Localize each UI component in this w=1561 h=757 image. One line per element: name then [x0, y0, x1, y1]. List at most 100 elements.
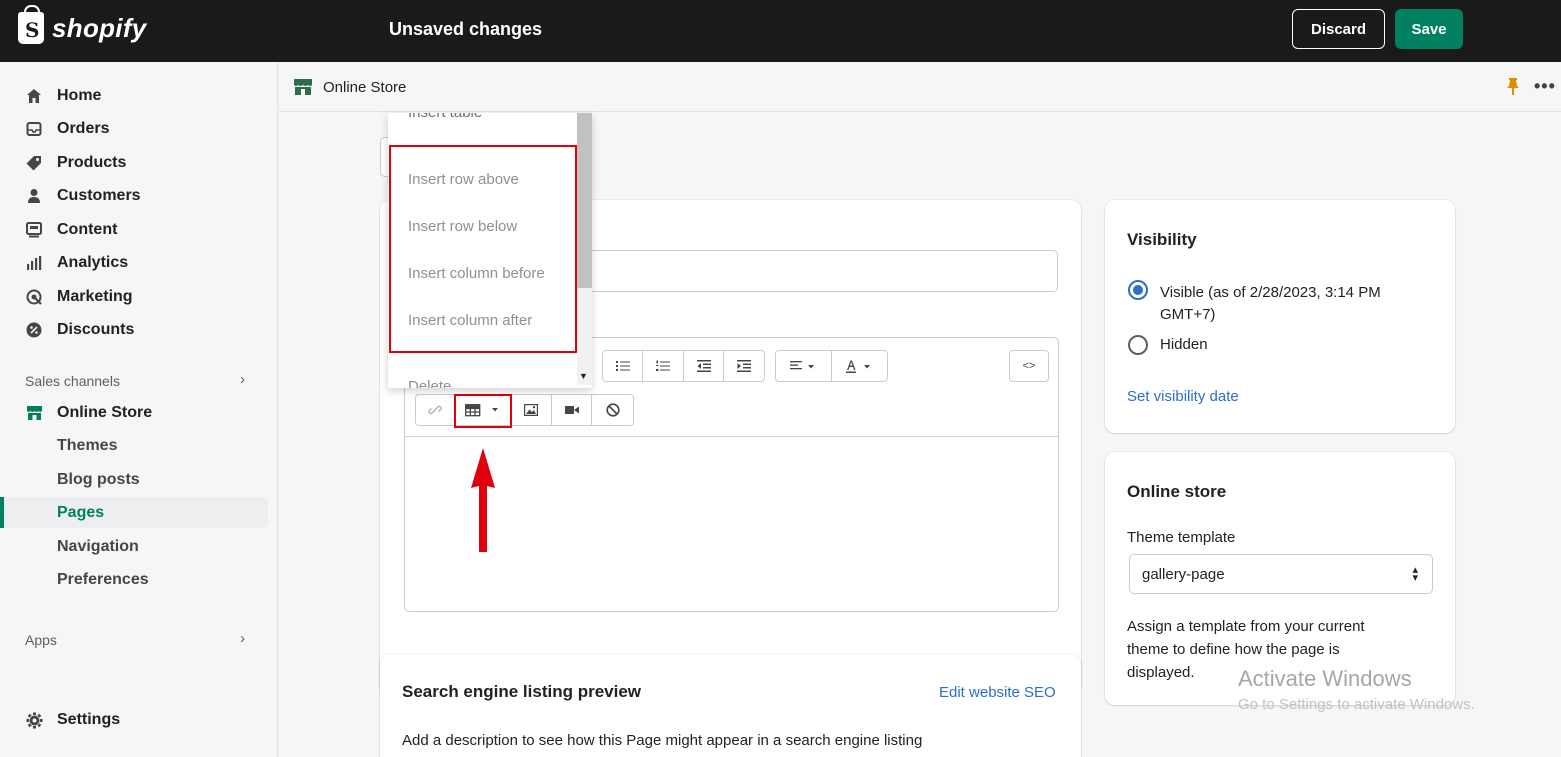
dropdown-scrollbar[interactable] — [577, 113, 592, 385]
sidebar-item-discounts[interactable]: Discounts — [25, 316, 134, 344]
sidebar-item-label: Marketing — [57, 288, 133, 305]
hidden-radio-label[interactable]: Hidden — [1160, 336, 1208, 353]
shopify-logo[interactable]: S shopify — [18, 5, 147, 44]
sidebar-item-home[interactable]: Home — [25, 82, 101, 110]
edit-website-seo-link[interactable]: Edit website SEO — [939, 684, 1056, 701]
delete-menu-item[interactable]: Delete — [408, 378, 451, 388]
select-arrows-icon: ▴ ▾ — [1412, 564, 1418, 584]
align-dropdown[interactable] — [776, 351, 832, 381]
annotation-arrow-icon — [471, 448, 495, 552]
table-button-highlight — [454, 394, 512, 428]
save-button[interactable]: Save — [1395, 9, 1463, 49]
orders-icon — [25, 120, 43, 138]
sidebar-subitem-blog-posts[interactable]: Blog posts — [57, 471, 140, 489]
indent-icon[interactable] — [724, 351, 764, 381]
set-visibility-date-link[interactable]: Set visibility date — [1127, 388, 1239, 405]
home-icon — [25, 87, 43, 105]
unsaved-changes-label: Unsaved changes — [389, 19, 543, 39]
html-toggle-group: <> — [1009, 350, 1049, 382]
chevron-right-icon[interactable]: › — [240, 371, 245, 388]
sidebar-item-products[interactable]: Products — [25, 149, 126, 177]
sidebar-item-label: Customers — [57, 187, 141, 204]
sidebar-item-label: Content — [57, 221, 118, 238]
hidden-radio[interactable] — [1128, 335, 1148, 355]
sidebar-item-label: Online Store — [57, 404, 153, 421]
sidebar-item-customers[interactable]: Customers — [25, 182, 141, 210]
seo-card: Search engine listing preview Edit websi… — [380, 654, 1081, 757]
sidebar-item-orders[interactable]: Orders — [25, 115, 109, 143]
clear-formatting-icon[interactable] — [592, 395, 633, 425]
code-view-button[interactable]: <> — [1010, 351, 1048, 381]
dropdown-scrollbar-thumb[interactable] — [577, 113, 592, 288]
text-color-icon — [846, 360, 871, 373]
insert-toolbar-group — [415, 394, 634, 426]
sidebar-item-content[interactable]: Content — [25, 216, 117, 244]
sidebar-subitem-pages[interactable]: Pages — [57, 504, 104, 522]
help-line: Assign a template from your current — [1127, 618, 1365, 635]
tag-icon — [25, 154, 43, 172]
link-icon[interactable] — [416, 395, 456, 425]
seo-title: Search engine listing preview — [402, 682, 642, 701]
marketing-icon — [25, 288, 43, 306]
align-left-icon — [790, 361, 815, 370]
insert-table-menu-item[interactable]: Insert table — [408, 113, 482, 121]
sidebar-subitem-preferences[interactable]: Preferences — [57, 571, 149, 589]
sidebar-item-analytics[interactable]: Analytics — [25, 249, 128, 277]
more-options-icon[interactable]: ••• — [1534, 76, 1556, 97]
chevron-right-icon[interactable]: › — [240, 630, 245, 647]
active-item-background — [0, 497, 268, 528]
top-bar: S shopify Unsaved changes Discard Save — [0, 0, 1561, 62]
activate-windows-watermark: Activate Windows — [1238, 666, 1412, 691]
visible-label-line: GMT+7) — [1160, 306, 1216, 323]
visible-radio-label[interactable]: Visible (as of 2/28/2023, 3:14 PM GMT+7) — [1160, 282, 1381, 326]
outdent-icon[interactable] — [684, 351, 724, 381]
video-icon[interactable] — [552, 395, 593, 425]
sidebar: Home Orders Products Customers Content A… — [0, 62, 278, 757]
bulleted-list-icon[interactable] — [603, 351, 643, 381]
person-icon — [25, 187, 43, 205]
sidebar-item-label: Analytics — [57, 254, 129, 271]
sidebar-subitem-themes[interactable]: Themes — [57, 437, 117, 455]
image-icon[interactable] — [511, 395, 552, 425]
scroll-down-arrow-icon[interactable]: ▼ — [579, 371, 588, 381]
visible-radio[interactable] — [1128, 280, 1148, 300]
discard-button[interactable]: Discard — [1292, 9, 1385, 49]
theme-template-value: gallery-page — [1142, 565, 1225, 583]
visibility-title: Visibility — [1127, 230, 1197, 249]
menu-items-highlight — [389, 145, 577, 353]
apps-label[interactable]: Apps — [25, 632, 57, 648]
breadcrumb-label: Online Store — [323, 78, 407, 96]
theme-template-label: Theme template — [1127, 529, 1236, 546]
discount-icon — [25, 321, 43, 339]
sidebar-subitem-navigation[interactable]: Navigation — [57, 538, 139, 556]
breadcrumb-bar: Online Store ••• — [279, 62, 1561, 112]
theme-template-select[interactable]: gallery-page ▴ ▾ — [1129, 554, 1433, 594]
sidebar-item-label: Products — [57, 154, 127, 171]
visible-label-line: Visible (as of 2/28/2023, 3:14 PM — [1160, 284, 1381, 301]
text-color-dropdown[interactable] — [832, 351, 888, 381]
online-store-title: Online store — [1127, 482, 1227, 501]
sidebar-item-settings[interactable]: Settings — [25, 706, 120, 734]
activate-windows-subtext: Go to Settings to activate Windows. — [1238, 696, 1475, 713]
sidebar-item-marketing[interactable]: Marketing — [25, 283, 133, 311]
store-icon — [25, 404, 43, 422]
shopify-bag-icon: S — [18, 5, 44, 44]
visibility-card: Visibility Visible (as of 2/28/2023, 3:1… — [1105, 200, 1455, 433]
brand-name: shopify — [52, 12, 147, 43]
gear-icon — [25, 711, 43, 729]
active-item-indicator — [0, 497, 4, 528]
sidebar-item-label: Discounts — [57, 321, 135, 338]
breadcrumb[interactable]: Online Store — [293, 78, 406, 96]
list-indent-toolbar-group — [602, 350, 765, 382]
help-line: theme to define how the page is — [1127, 641, 1340, 658]
content-icon — [25, 221, 43, 239]
sidebar-item-label: Orders — [57, 120, 110, 137]
toolbar-divider — [405, 436, 1058, 437]
align-color-toolbar-group — [775, 350, 888, 382]
sidebar-item-online-store[interactable]: Online Store — [25, 399, 152, 427]
pin-icon[interactable] — [1506, 78, 1520, 100]
sidebar-item-label: Settings — [57, 711, 121, 728]
sales-channels-label: Sales channels — [25, 373, 120, 389]
bar-chart-icon — [25, 254, 43, 272]
numbered-list-icon[interactable] — [643, 351, 684, 381]
